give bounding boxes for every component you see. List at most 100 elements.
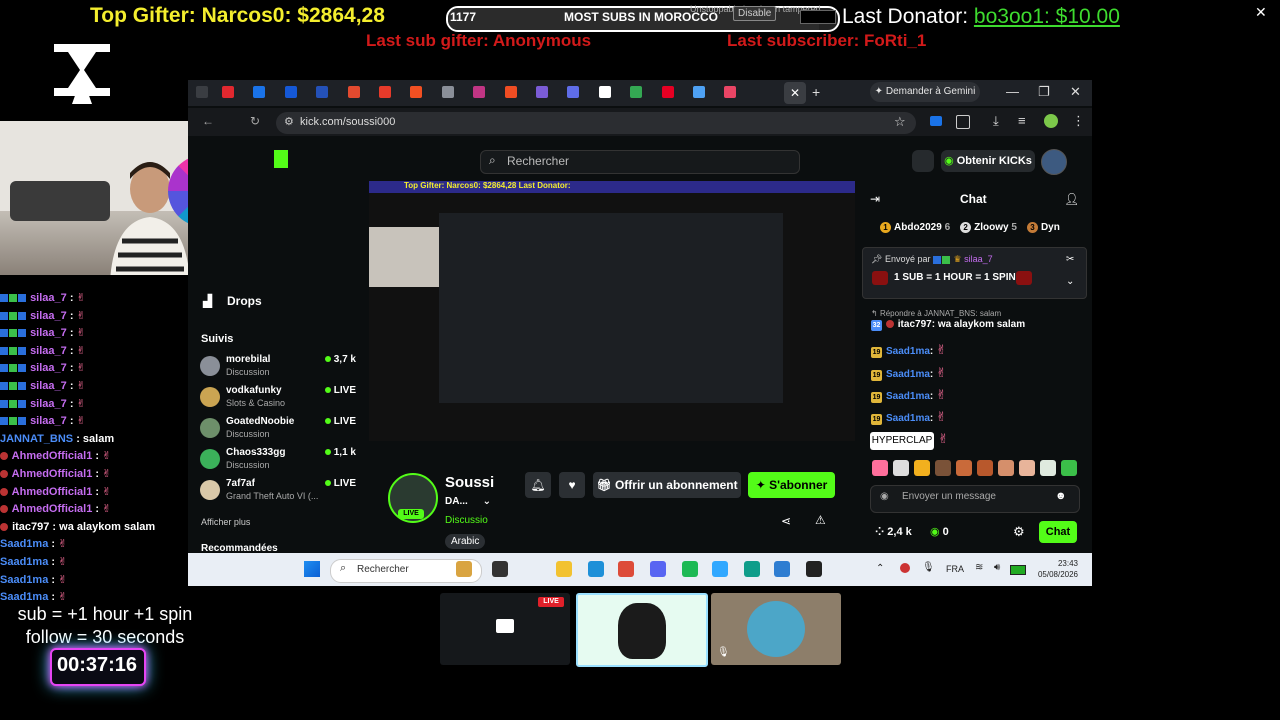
tab-search-icon[interactable] bbox=[196, 86, 208, 98]
restore-icon[interactable]: ❐ bbox=[1038, 84, 1050, 100]
emote-icon[interactable] bbox=[1040, 460, 1056, 476]
subscribe-button[interactable]: ✦ S'abonner bbox=[748, 472, 835, 498]
browser-tab-icon[interactable] bbox=[253, 86, 266, 98]
chat-username[interactable]: itac797 bbox=[898, 319, 932, 330]
browser-tab-icon[interactable] bbox=[410, 86, 423, 98]
emote-icon[interactable] bbox=[1061, 460, 1077, 476]
extensions-puzzle-icon[interactable] bbox=[956, 115, 970, 129]
tray-app-icon[interactable] bbox=[900, 563, 910, 573]
top-gifter-entry[interactable]: 1 Abdo2029 6 bbox=[880, 222, 950, 233]
collapse-chat-icon[interactable]: ⇥ bbox=[870, 192, 880, 206]
taskbar-app-icon[interactable] bbox=[456, 561, 472, 577]
followed-channel[interactable]: vodkafunky Slots & Casino LIVE bbox=[200, 385, 360, 413]
followed-channel[interactable]: morebilal Discussion 3,7 k bbox=[200, 354, 360, 382]
chat-message[interactable]: ✌ bbox=[938, 431, 949, 447]
browser-tab-icon[interactable] bbox=[347, 86, 360, 98]
chevron-up-icon[interactable]: ⌃ bbox=[876, 563, 884, 574]
follow-heart-button[interactable]: ♥ bbox=[559, 472, 585, 498]
followed-channel[interactable]: 7af7af Grand Theft Auto VI (... LIVE bbox=[200, 478, 360, 506]
emote-icon[interactable] bbox=[914, 460, 930, 476]
reading-list-icon[interactable]: ≡ bbox=[1018, 113, 1026, 128]
chat-message[interactable]: 19 Saad1ma: ✌ bbox=[871, 365, 947, 381]
browser-tab-icon[interactable] bbox=[693, 86, 705, 98]
taskbar-app-icon[interactable] bbox=[744, 561, 760, 577]
taskbar-app-icon[interactable] bbox=[618, 561, 634, 577]
stream-category[interactable]: Discussio bbox=[445, 515, 488, 526]
minimize-icon[interactable]: — bbox=[1006, 84, 1019, 99]
profile-avatar[interactable] bbox=[1044, 114, 1058, 128]
pinned-by-user[interactable]: silaa_7 bbox=[964, 254, 993, 264]
back-icon[interactable]: ← bbox=[202, 114, 214, 128]
chat-username[interactable]: Saad1ma bbox=[886, 413, 930, 424]
browser-menu-icon[interactable]: ⋮ bbox=[1072, 113, 1085, 129]
settings-gear-icon[interactable]: ⚙ bbox=[1013, 524, 1025, 540]
extension-icon[interactable] bbox=[930, 116, 942, 126]
browser-tab-icon[interactable] bbox=[504, 86, 517, 98]
wifi-icon[interactable]: ≋ bbox=[975, 562, 983, 573]
chat-message[interactable]: 19 Saad1ma: ✌ bbox=[871, 387, 947, 403]
taskbar-app-icon[interactable] bbox=[712, 561, 728, 577]
top-gifter-entry[interactable]: 3 Dyn bbox=[1026, 222, 1060, 233]
taskbar-app-icon[interactable] bbox=[588, 561, 604, 577]
taskbar-app-icon[interactable] bbox=[806, 561, 822, 577]
browser-tab-icon[interactable] bbox=[284, 86, 297, 98]
reload-icon[interactable]: ↻ bbox=[250, 114, 260, 128]
browser-tab-icon[interactable] bbox=[316, 86, 329, 98]
chat-message[interactable]: 32 itac797: wa alaykom salam bbox=[871, 319, 1025, 331]
chat-username[interactable]: Saad1ma bbox=[886, 369, 930, 380]
muted-mic-icon[interactable]: 🎙︎ bbox=[717, 647, 730, 658]
chat-users-icon[interactable]: 👤︎ bbox=[1064, 192, 1079, 206]
emote-icon[interactable] bbox=[872, 460, 888, 476]
top-gifter-entry[interactable]: 2 Zloowy 5 bbox=[960, 222, 1017, 233]
chevron-down-icon[interactable]: ⌄ bbox=[1066, 276, 1074, 287]
download-icon[interactable]: ⤓ bbox=[993, 113, 999, 129]
window-close-icon[interactable]: ✕ bbox=[1070, 84, 1081, 100]
kick-logo-icon[interactable] bbox=[274, 150, 288, 168]
taskbar-clock[interactable]: 23:43 05/08/2026 bbox=[1030, 558, 1078, 580]
taskbar-app-icon[interactable] bbox=[650, 561, 666, 577]
video-player[interactable]: Top Gifter: Narcos0: $2864,28 Last Donat… bbox=[369, 181, 855, 441]
disable-button[interactable]: Disable bbox=[733, 6, 777, 21]
send-chat-button[interactable]: Chat bbox=[1039, 521, 1077, 543]
emote-icon[interactable] bbox=[1019, 460, 1035, 476]
browser-tab-icon[interactable] bbox=[536, 86, 548, 98]
browser-tab-icon[interactable] bbox=[473, 86, 486, 98]
followed-channel[interactable]: GoatedNoobie Discussion LIVE bbox=[200, 416, 360, 444]
drops-link[interactable]: Drops bbox=[227, 294, 262, 308]
show-more-link[interactable]: Afficher plus bbox=[201, 517, 250, 527]
browser-tab-icon[interactable] bbox=[724, 86, 737, 98]
emote-icon[interactable] bbox=[935, 460, 951, 476]
scene-thumbnail[interactable]: 🎙︎ bbox=[711, 593, 841, 665]
emote-icon[interactable] bbox=[977, 460, 993, 476]
input-language[interactable]: FRA bbox=[946, 564, 964, 574]
microphone-icon[interactable]: 🎙︎ bbox=[922, 562, 935, 573]
bookmark-star-icon[interactable]: ☆ bbox=[894, 114, 906, 130]
chat-username[interactable]: Saad1ma bbox=[886, 391, 930, 402]
taskbar-app-icon[interactable] bbox=[774, 561, 790, 577]
volume-icon[interactable]: 🔊︎ bbox=[994, 562, 1000, 573]
streamer-name[interactable]: Soussi bbox=[445, 474, 494, 491]
taskbar-app-icon[interactable] bbox=[492, 561, 508, 577]
followed-channel[interactable]: Chaos333gg Discussion 1,1 k bbox=[200, 447, 360, 475]
emote-icon[interactable] bbox=[893, 460, 909, 476]
chevron-down-icon[interactable]: ⌄ bbox=[483, 496, 491, 507]
browser-tab-icon[interactable] bbox=[379, 86, 391, 98]
browser-tab-icon[interactable] bbox=[661, 86, 674, 98]
emote-icon[interactable] bbox=[998, 460, 1014, 476]
site-info-icon[interactable]: ⚙ bbox=[284, 115, 294, 128]
browser-tab-icon[interactable] bbox=[630, 86, 643, 98]
emote-icon[interactable] bbox=[956, 460, 972, 476]
chat-message[interactable]: 19 Saad1ma: ✌ bbox=[871, 342, 947, 358]
new-tab-icon[interactable]: + bbox=[812, 84, 820, 100]
ask-gemini-button[interactable]: ✦ Demander à Gemini bbox=[870, 82, 980, 102]
gift-sub-button[interactable]: 🎁︎ Offrir un abonnement bbox=[593, 472, 741, 498]
chat-message[interactable]: 19 Saad1ma: ✌ bbox=[871, 409, 947, 425]
browser-tab-icon[interactable] bbox=[222, 86, 234, 98]
taskbar-app-icon[interactable] bbox=[682, 561, 698, 577]
unpin-icon[interactable]: ✂ bbox=[1066, 254, 1074, 265]
chat-identity-icon[interactable]: ◉ bbox=[880, 491, 889, 502]
stats-icon[interactable] bbox=[912, 150, 934, 172]
scene-thumbnail-active[interactable] bbox=[576, 593, 708, 667]
close-tab-icon[interactable]: ✕ bbox=[784, 82, 806, 104]
user-avatar[interactable] bbox=[1041, 149, 1067, 175]
